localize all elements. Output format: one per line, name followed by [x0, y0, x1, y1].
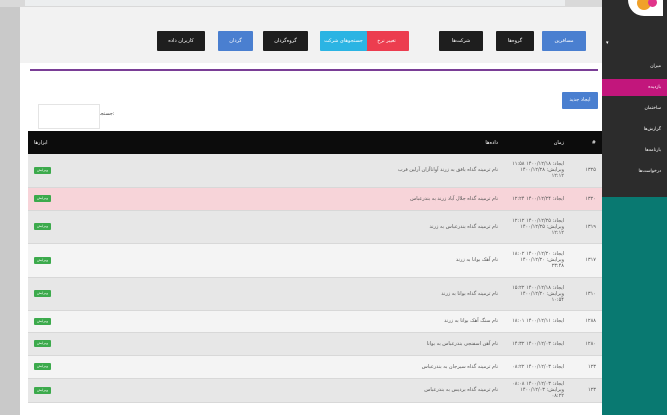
row-edited-time: ويرايش: ۱۴۰۰/۱۲/۲۰ ۲۳:۴۸: [520, 257, 564, 269]
main-page: مسافرين گروه‌ها شركت‌ها تغيير نرخ جستجوه…: [20, 7, 602, 415]
row-time-cell: ايجاد: ۱۴۰۰/۱۲/۲۵ ۱۲:۱۲ ويرايش: ۱۴۰۰/۱۲/۲…: [504, 210, 570, 244]
top-band-light: [25, 0, 565, 6]
table-row: ويرايش نام ترمينه گذاه برديس به بندرعباس ا…: [28, 378, 602, 403]
chevron-down-icon[interactable]: ▾: [606, 40, 609, 46]
row-created-time: ايجاد: ۱۴۰۰/۱۲/۰۳ ۱۴:۳۲: [512, 340, 564, 347]
table-header-row: ابزارها داده‌ها زمان #: [28, 131, 602, 154]
row-id-cell: ۱۲۳: [570, 378, 602, 403]
top-band: [0, 0, 667, 7]
search-label: جستجو:: [98, 111, 115, 117]
header-time[interactable]: زمان: [504, 131, 570, 154]
row-tools-cell: ويرايش: [28, 332, 362, 356]
create-new-button[interactable]: ايجاد جديد: [562, 92, 598, 109]
row-tools-cell: ويرايش: [28, 210, 362, 244]
row-time-cell: ايجاد: ۱۴۰۰/۱۲/۱۸ ۱۵:۲۲ ويرايش: ۱۴۰۰/۱۲/۲…: [504, 277, 570, 311]
accent-divider: [30, 69, 598, 71]
table-row: ويرايش نام آهک بوانا به زرند ايجاد: ۱۴۰۰/۱…: [28, 243, 602, 278]
row-id-cell: ۱۳۲۵: [570, 154, 602, 188]
row-edited-time: ويرايش: ۱۴۰۰/۱۲/۰۳ ۰۸:۲۲: [520, 387, 564, 399]
sidebar-item-3[interactable]: گزارش‌ها: [644, 127, 661, 132]
toolbar-button-data-users[interactable]: كاربران داده: [157, 31, 205, 51]
edit-button[interactable]: ويرايش: [34, 290, 51, 297]
row-created-time: ايجاد: ۱۴۰۰/۱۲/۲۵ ۱۲:۱۲: [512, 217, 564, 224]
table-row: ويرايش نام ترمينه گذاه سيرجان به بندرعباس…: [28, 355, 602, 379]
row-tools-cell: ويرايش: [28, 187, 362, 211]
row-id-cell: ۱۲۸۰: [570, 332, 602, 356]
edit-button[interactable]: ويرايش: [34, 363, 51, 370]
row-id-cell: ۱۳۲۰: [570, 187, 602, 211]
row-created-time: ايجاد: ۱۴۰۰/۱۲/۱۸ ۱۵:۲۲: [512, 284, 564, 291]
toolbar-button-groups[interactable]: گروه‌ها: [496, 31, 534, 51]
row-time-cell: ايجاد: ۱۴۰۰/۱۲/۰۳ ۱۴:۳۲: [504, 332, 570, 356]
table-row: ويرايش نام ترمينه گذاه بندرعباس به زرند اي…: [28, 210, 602, 244]
row-data-cell: نام سنگ آهک بوانا به زرند: [362, 310, 504, 333]
sidebar-dark-panel: [602, 0, 667, 197]
sidebar-item-0[interactable]: ميزان: [650, 64, 661, 69]
row-tools-cell: ويرايش: [28, 154, 362, 188]
row-created-time: ايجاد: ۱۴۰۰/۱۲/۱۱ ۱۸:۰۱: [512, 318, 564, 324]
edit-button[interactable]: ويرايش: [34, 256, 51, 264]
row-id-cell: ۱۳۱۹: [570, 210, 602, 244]
row-edited-time: ويرايش: ۱۴۰۰/۱۲/۲۸ ۱۲:۱۲: [520, 167, 564, 180]
row-data-cell: نام آهک بوانا به زرند: [362, 243, 504, 278]
row-data-cell: نام ترمينه گذاه بوانا به زرند: [362, 277, 504, 311]
sidebar-item-1-active[interactable]: بازدیده: [602, 79, 667, 96]
row-time-cell: ايجاد: ۱۴۰۰/۱۲/۲۰ ۱۸:۰۲ ويرايش: ۱۴۰۰/۱۲/۲…: [504, 243, 570, 278]
row-id-cell: ۱۳۱۰: [570, 277, 602, 311]
row-tools-cell: ويرايش: [28, 355, 362, 379]
header-tools[interactable]: ابزارها: [28, 131, 362, 154]
row-id-cell: ۱۲۸۸: [570, 310, 602, 333]
table-row: ويرايش نام ترمينه گذاه جلال آباد زرند به …: [28, 187, 602, 211]
row-edited-time: ويرايش: ۱۴۰۰/۱۲/۲۵ ۱۲:۱۲: [520, 223, 564, 236]
row-id-cell: ۱۳۱۷: [570, 243, 602, 278]
row-data-cell: نام ترمينه گذاه بندرعباس به زرند: [362, 210, 504, 244]
edit-button[interactable]: ويرايش: [34, 195, 51, 202]
header-id[interactable]: #: [570, 131, 602, 154]
row-data-cell: نام آهن اسفنجی بندرعباس به بوانا: [362, 332, 504, 356]
toolbar: مسافرين گروه‌ها شركت‌ها تغيير نرخ جستجوه…: [20, 7, 602, 63]
row-data-cell: نام ترمينه گذاه بافق به زرند آوانا‌آزان …: [362, 154, 504, 188]
row-time-cell: ايجاد: ۱۴۰۰/۱۲/۰۳ ۰۸:۲۲: [504, 355, 570, 379]
edit-button[interactable]: ويرايش: [34, 386, 51, 394]
row-time-cell: ايجاد: ۱۴۰۰/۱۲/۱۸ ۱۱:۵۸ ويرايش: ۱۴۰۰/۱۲/۲…: [504, 154, 570, 188]
edit-button[interactable]: ويرايش: [34, 317, 51, 325]
table-row: ويرايش نام آهن اسفنجی بندرعباس به بوانا اي…: [28, 332, 602, 356]
toolbar-button-companies[interactable]: شركت‌ها: [439, 31, 483, 51]
search-input[interactable]: [38, 104, 100, 129]
table-row: ويرايش نام ترمينه گذاه بافق به زرند آوانا…: [28, 154, 602, 188]
edit-button[interactable]: ويرايش: [34, 166, 51, 174]
toolbar-button-group-rotation[interactable]: گروه‌گردان: [263, 31, 308, 51]
row-tools-cell: ويرايش: [28, 310, 362, 333]
sidebar: ▾ ميزان بازدیده ساختمان گزارش‌ها بارنامه…: [602, 0, 667, 415]
row-data-cell: نام ترمينه گذاه جلال آباد زرند به بندرعب…: [362, 187, 504, 211]
sidebar-item-4[interactable]: بارنامه‌ها: [645, 148, 661, 153]
row-tools-cell: ويرايش: [28, 277, 362, 311]
edit-button[interactable]: ويرايش: [34, 340, 51, 347]
row-id-cell: ۱۲۳: [570, 355, 602, 379]
header-data[interactable]: داده‌ها: [362, 131, 504, 154]
row-tools-cell: ويرايش: [28, 243, 362, 278]
data-table: ابزارها داده‌ها زمان # ويرايش نام ترمينه …: [28, 131, 602, 403]
row-time-cell: ايجاد: ۱۴۰۰/۱۲/۱۱ ۱۸:۰۱: [504, 310, 570, 333]
row-time-cell: ايجاد: ۱۴۰۰/۱۲/۲۴ ۱۲:۲۴: [504, 187, 570, 211]
row-edited-time: ويرايش: ۱۴۰۰/۱۲/۲۰ ۱۰:۵۴: [520, 290, 564, 303]
row-data-cell: نام ترمينه گذاه سيرجان به بندرعباس: [362, 355, 504, 379]
table-row: ويرايش نام ترمينه گذاه بوانا به زرند ايجاد…: [28, 277, 602, 311]
sidebar-item-2[interactable]: ساختمان: [644, 106, 661, 111]
row-created-time: ايجاد: ۱۴۰۰/۱۲/۲۴ ۱۲:۲۴: [512, 195, 564, 202]
row-time-cell: ايجاد: ۱۴۰۰/۱۲/۰۳ ۰۸:۰۸ ويرايش: ۱۴۰۰/۱۲/۰…: [504, 378, 570, 403]
toolbar-button-rate-change[interactable]: تغيير نرخ: [364, 31, 409, 51]
table-row: ويرايش نام سنگ آهک بوانا به زرند ايجاد: ۱۴…: [28, 310, 602, 333]
toolbar-button-passengers[interactable]: مسافرين: [542, 31, 586, 51]
row-created-time: ايجاد: ۱۴۰۰/۱۲/۰۳ ۰۸:۲۲: [512, 363, 564, 370]
toolbar-button-company-search[interactable]: جستجوهاى شركت: [320, 31, 367, 51]
row-tools-cell: ويرايش: [28, 378, 362, 403]
row-data-cell: نام ترمينه گذاه برديس به بندرعباس: [362, 378, 504, 403]
edit-button[interactable]: ويرايش: [34, 223, 51, 230]
toolbar-button-rotation[interactable]: گردان: [218, 31, 253, 51]
sidebar-item-5[interactable]: درخواست‌ها: [639, 169, 661, 174]
